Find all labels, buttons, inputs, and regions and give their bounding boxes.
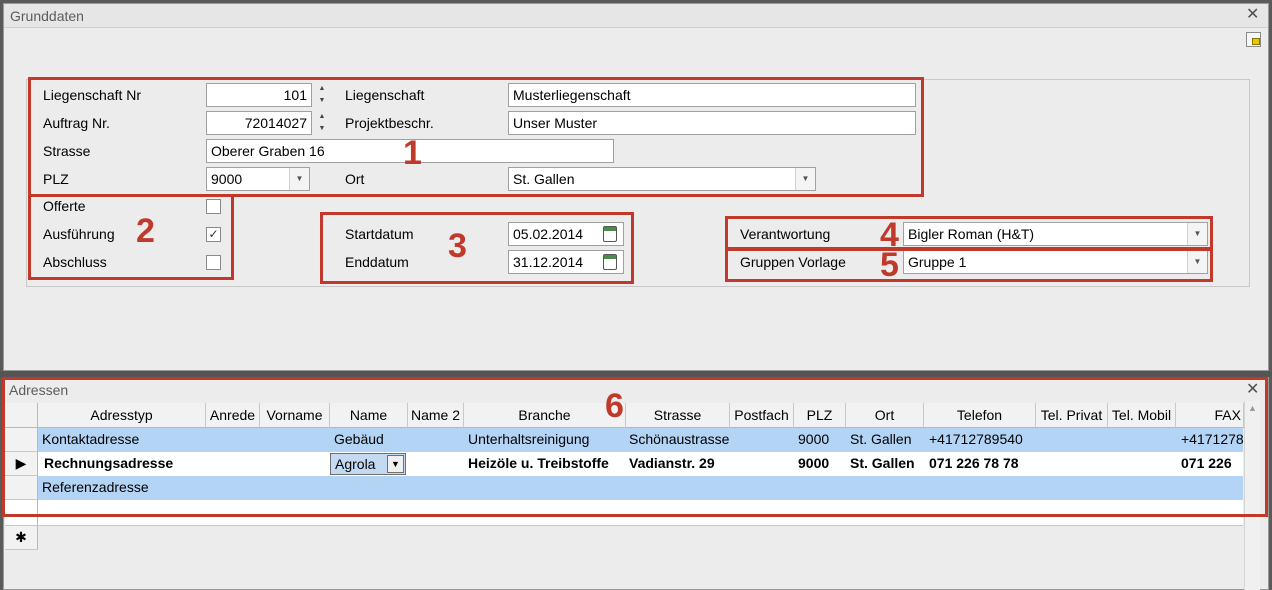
annotation-number-3: 3 bbox=[448, 227, 467, 265]
annotation-box-4 bbox=[725, 216, 1213, 250]
restore-button[interactable] bbox=[1246, 32, 1261, 47]
grunddaten-title: Grunddaten bbox=[10, 8, 84, 24]
row-selector-new[interactable]: ✱ bbox=[5, 526, 38, 550]
close-icon[interactable]: ✕ bbox=[1246, 7, 1259, 23]
annotation-box-6 bbox=[2, 377, 1268, 517]
grunddaten-titlebar: Grunddaten ✕ bbox=[4, 4, 1268, 28]
annotation-box-3 bbox=[320, 212, 634, 284]
annotation-number-5: 5 bbox=[880, 246, 899, 284]
annotation-box-2 bbox=[28, 194, 234, 280]
annotation-number-2: 2 bbox=[136, 212, 155, 250]
annotation-box-5 bbox=[725, 248, 1213, 282]
annotation-box-1 bbox=[28, 77, 924, 197]
annotation-number-6: 6 bbox=[605, 387, 624, 425]
annotation-number-1: 1 bbox=[403, 134, 422, 172]
